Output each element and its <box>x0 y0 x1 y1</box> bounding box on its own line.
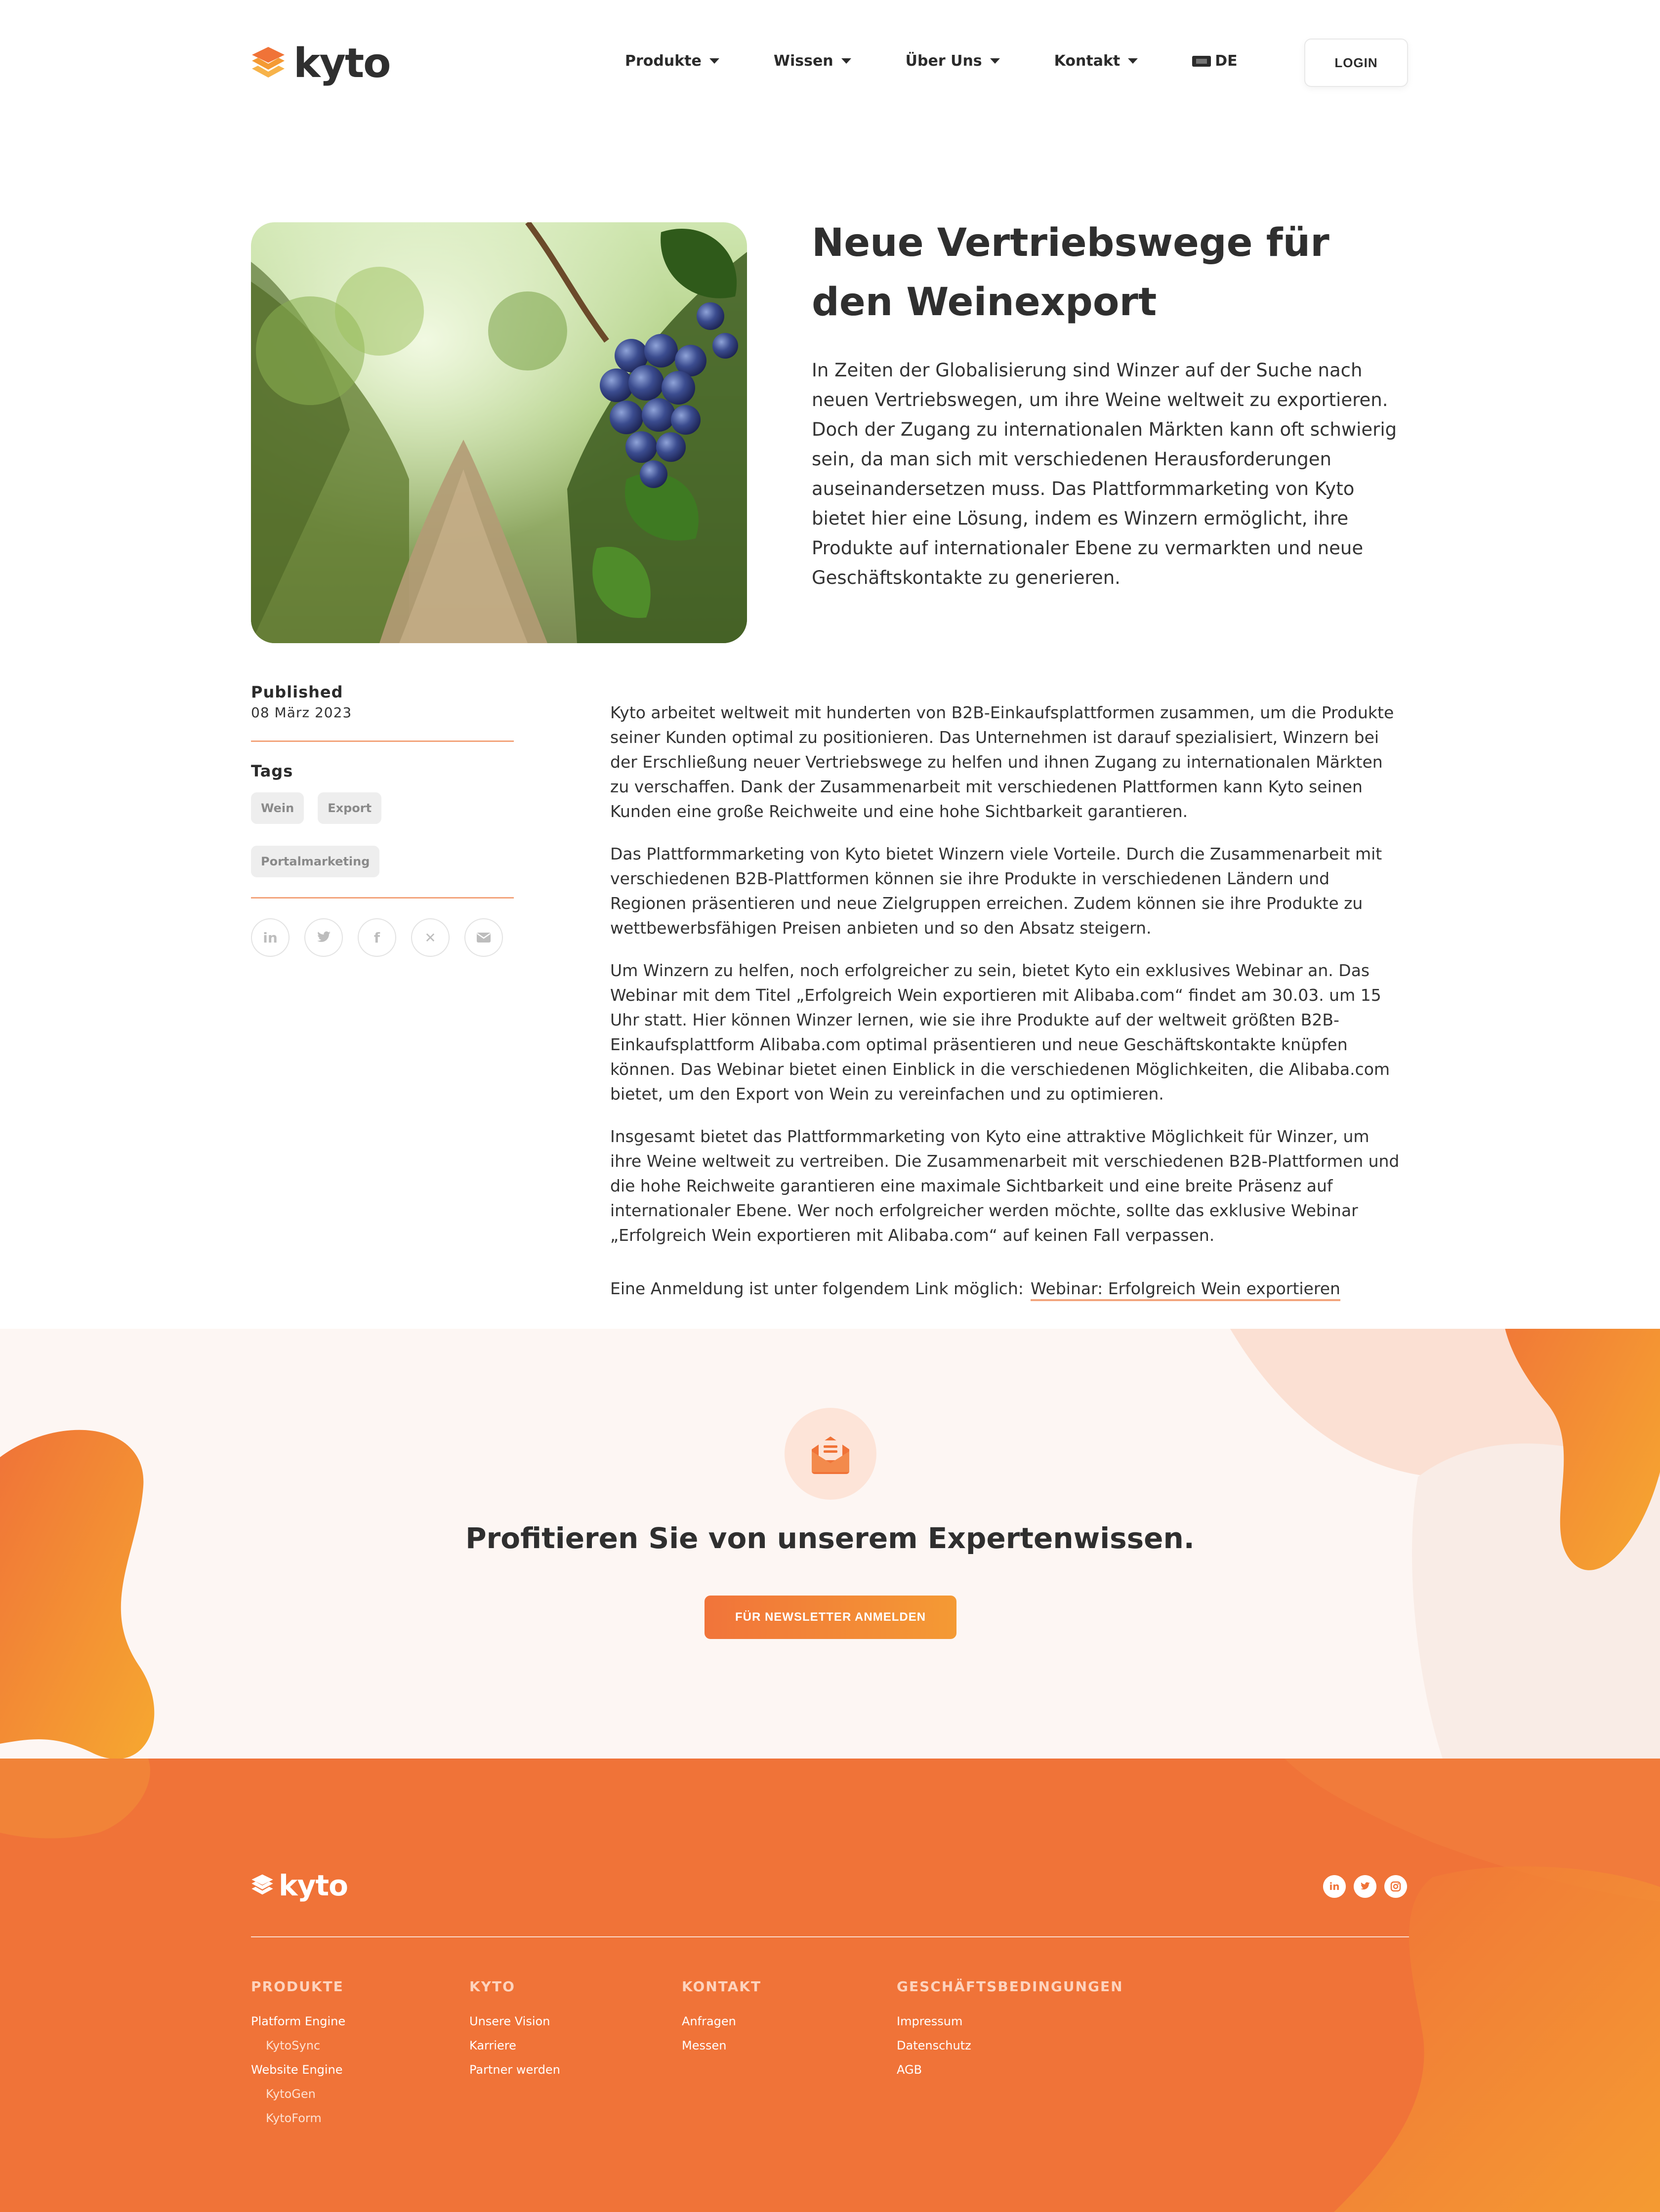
flag-icon <box>1192 55 1211 67</box>
nav-kontakt-label: Kontakt <box>1054 52 1120 70</box>
divider <box>251 897 514 899</box>
footer-link-website-engine[interactable]: Website Engine <box>251 2058 345 2082</box>
footer-link-kytosync[interactable]: KytoSync <box>251 2034 345 2058</box>
tag-export[interactable]: Export <box>318 792 382 824</box>
footer-column-title: KYTO <box>469 1978 515 1995</box>
registration-line: Eine Anmeldung ist unter folgendem Link … <box>610 1276 1406 1301</box>
footer-column-produkte: PRODUKTE Platform Engine KytoSync Websit… <box>251 1978 345 2130</box>
newsletter-envelope-icon <box>785 1408 876 1500</box>
nav-ueber-uns-label: Über Uns <box>905 52 982 70</box>
tag-portalmarketing[interactable]: Portalmarketing <box>251 846 380 877</box>
footer-column-geschaeftsbedingungen: GESCHÄFTSBEDINGUNGEN Impressum Datenschu… <box>897 1978 1123 2082</box>
nav-wissen-label: Wissen <box>773 52 833 70</box>
nav-kontakt[interactable]: Kontakt <box>1054 52 1138 70</box>
tag-wein[interactable]: Wein <box>251 792 304 824</box>
xing-icon[interactable]: ✕ <box>411 918 450 957</box>
linkedin-icon[interactable]: in <box>251 918 290 957</box>
footer-social-links: in <box>1323 1875 1407 1898</box>
footer-column-kyto: KYTO Unsere Vision Karriere Partner werd… <box>469 1978 560 2082</box>
footer-link-partner-werden[interactable]: Partner werden <box>469 2058 560 2082</box>
mail-icon[interactable] <box>464 918 503 957</box>
vineyard-illustration <box>251 222 747 643</box>
site-header: kyto Produkte Wissen Über Uns Kontakt DE… <box>0 0 1660 123</box>
nav-produkte-label: Produkte <box>625 52 702 70</box>
article-body: Kyto arbeitet weltweit mit hunderten von… <box>610 700 1406 1319</box>
registration-text: Eine Anmeldung ist unter folgendem Link … <box>610 1279 1024 1298</box>
footer-decorative-shapes <box>0 1759 1660 2212</box>
footer-divider <box>251 1936 1409 1937</box>
footer-link-anfragen[interactable]: Anfragen <box>682 2009 761 2034</box>
tags-label: Tags <box>251 762 293 780</box>
footer-link-unsere-vision[interactable]: Unsere Vision <box>469 2009 560 2034</box>
footer-column-title: GESCHÄFTSBEDINGUNGEN <box>897 1978 1123 1995</box>
footer-link-kytogen[interactable]: KytoGen <box>251 2082 345 2106</box>
facebook-icon[interactable]: f <box>358 918 396 957</box>
published-label: Published <box>251 683 343 701</box>
footer-link-kytoform[interactable]: KytoForm <box>251 2106 345 2130</box>
footer-logo-wordmark: kyto <box>279 1869 348 1902</box>
divider <box>251 740 514 742</box>
nav-wissen[interactable]: Wissen <box>774 52 851 70</box>
kyto-logo-icon <box>251 1874 273 1895</box>
chevron-down-icon <box>709 58 719 64</box>
linkedin-icon[interactable]: in <box>1323 1875 1346 1898</box>
hero-image-vineyard <box>251 222 747 643</box>
footer-link-agb[interactable]: AGB <box>897 2058 1123 2082</box>
article-paragraph: Insgesamt bietet das Plattformmarketing … <box>610 1127 1400 1245</box>
twitter-icon[interactable] <box>304 918 343 957</box>
article-paragraph: Das Plattformmarketing von Kyto bietet W… <box>610 844 1382 938</box>
article-meta: Published 08 März 2023 Tags Wein Export … <box>251 683 514 957</box>
article-paragraph: Kyto arbeitet weltweit mit hunderten von… <box>610 703 1394 821</box>
share-links: in f ✕ <box>251 918 514 957</box>
language-label: DE <box>1215 52 1238 70</box>
footer-link-impressum[interactable]: Impressum <box>897 2009 1123 2034</box>
site-footer <box>0 1759 1660 2212</box>
footer-link-platform-engine[interactable]: Platform Engine <box>251 2009 345 2034</box>
published-date: 08 März 2023 <box>251 704 352 721</box>
main-nav: Produkte Wissen Über Uns Kontakt DE <box>625 52 1238 70</box>
footer-link-messen[interactable]: Messen <box>682 2034 761 2058</box>
footer-logo[interactable]: kyto <box>251 1871 348 1900</box>
webinar-link[interactable]: Webinar: Erfolgreich Wein exportieren <box>1030 1279 1340 1301</box>
footer-column-title: KONTAKT <box>682 1978 762 1995</box>
nav-ueber-uns[interactable]: Über Uns <box>906 52 1000 70</box>
chevron-down-icon <box>990 58 1000 64</box>
chevron-down-icon <box>1128 58 1138 64</box>
article-title: Neue Vertriebswege für den Weinexport <box>812 221 1329 325</box>
nav-produkte[interactable]: Produkte <box>625 52 719 70</box>
footer-link-karriere[interactable]: Karriere <box>469 2034 560 2058</box>
article-intro: In Zeiten der Globalisierung sind Winzer… <box>812 360 1397 588</box>
tag-list: Wein Export Portalmarketing <box>251 792 514 877</box>
kyto-logo[interactable]: kyto <box>251 40 391 87</box>
newsletter-signup-button[interactable]: FÜR NEWSLETTER ANMELDEN <box>705 1596 956 1639</box>
newsletter-title: Profitieren Sie von unserem Expertenwiss… <box>465 1521 1195 1555</box>
chevron-down-icon <box>841 58 851 64</box>
footer-link-datenschutz[interactable]: Datenschutz <box>897 2034 1123 2058</box>
footer-column-kontakt: KONTAKT Anfragen Messen <box>682 1978 761 2058</box>
footer-column-title: PRODUKTE <box>251 1978 344 1995</box>
logo-wordmark: kyto <box>293 40 391 87</box>
language-switcher[interactable]: DE <box>1192 52 1238 70</box>
twitter-icon[interactable] <box>1354 1875 1376 1898</box>
article-paragraph: Um Winzern zu helfen, noch erfolgreicher… <box>610 961 1390 1104</box>
login-button[interactable]: LOGIN <box>1304 39 1408 87</box>
instagram-icon[interactable] <box>1384 1875 1407 1898</box>
kyto-logo-icon <box>252 47 285 78</box>
